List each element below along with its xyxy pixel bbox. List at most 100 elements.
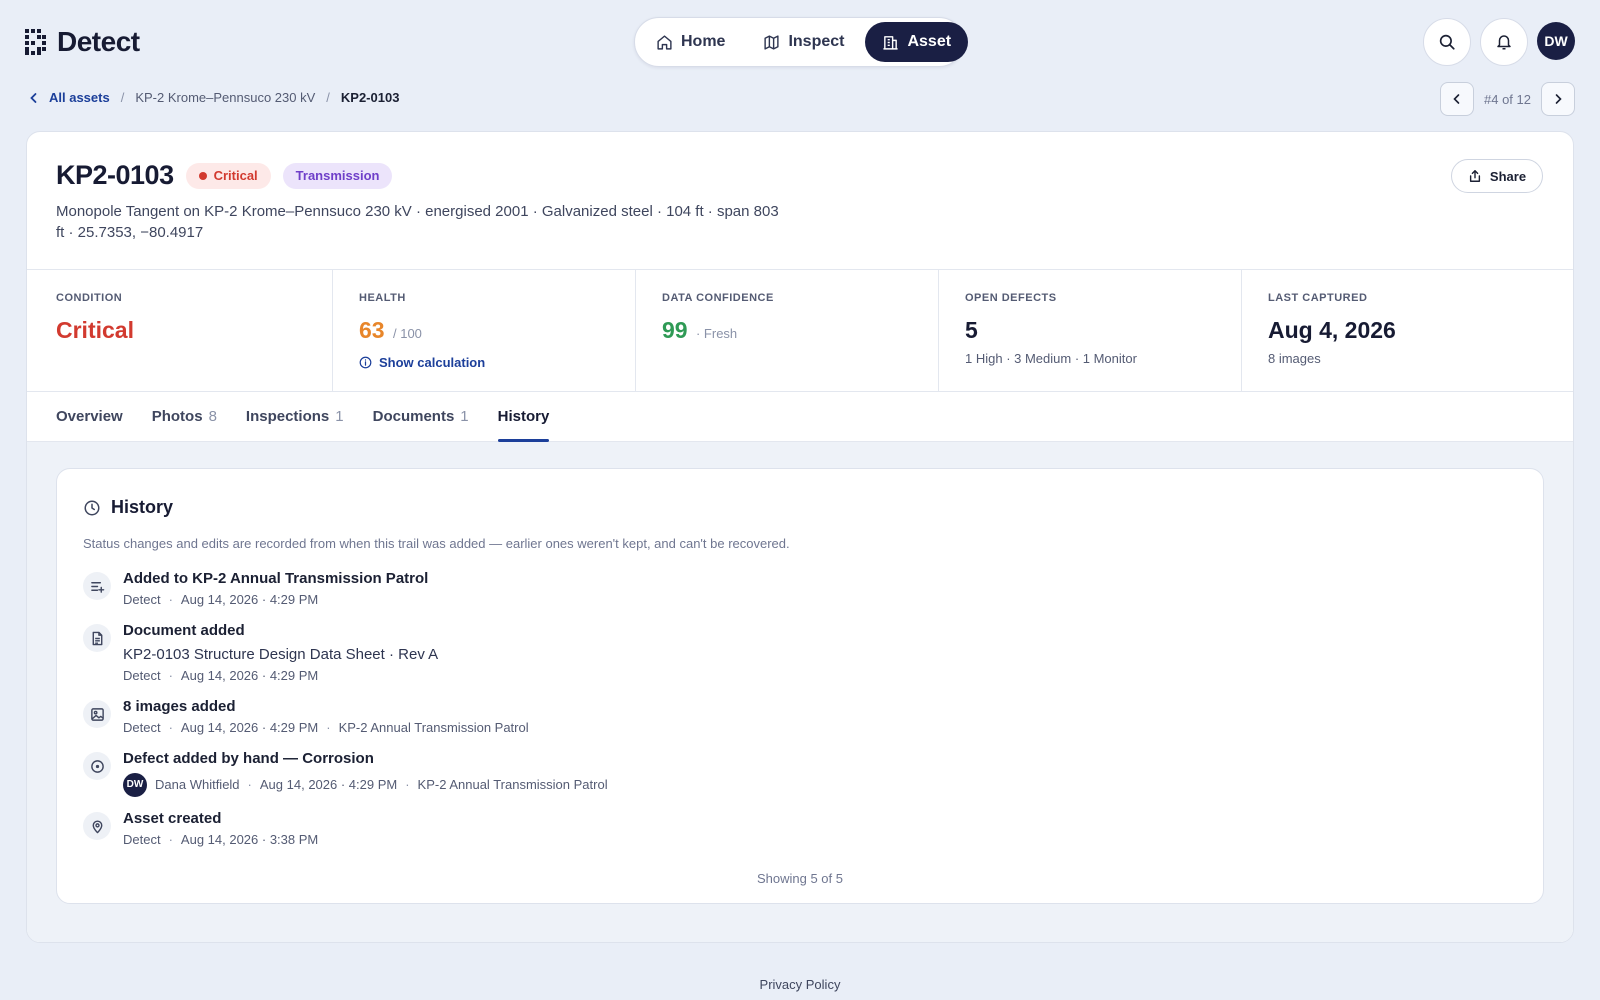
stat-confidence: DATA CONFIDENCE 99 · Fresh [636,270,939,391]
history-title: History [111,497,174,517]
next-asset-button[interactable] [1541,82,1575,116]
history-event: Asset created Detect · Aug 14, 2026 · 3:… [83,809,318,849]
event-time: Aug 14, 2026 · 3:38 PM [180,832,319,847]
confidence-value: 99 [662,317,688,343]
actor-avatar: DW [123,773,147,797]
tab-label: Overview [56,408,123,425]
event-time: Aug 14, 2026 · 4:29 PM [180,720,319,735]
image-icon [90,707,104,721]
share-button[interactable]: Share [1451,159,1543,193]
event-context[interactable]: KP-2 Annual Transmission Patrol [418,776,608,794]
event-icon-badge [83,624,111,652]
captured-images: 8 images [1268,351,1321,366]
search-icon [1439,34,1455,50]
breadcrumb: All assets / KP-2 Krome–Pennsuco 230 kV … [28,90,399,105]
breadcrumb-current: KP2-0103 [340,90,400,105]
share-label: Share [1489,168,1527,184]
event-context[interactable]: KP-2 Annual Transmission Patrol [339,719,529,737]
stat-health: HEALTH 63 / 100 Show calculation [333,270,636,391]
nav-asset-label: Asset [907,33,952,50]
tab-overview[interactable]: Overview [56,392,123,441]
tab-history[interactable]: History [497,392,549,442]
clock-icon [84,500,100,515]
nav-asset[interactable]: Asset [865,22,969,62]
back-to-all-assets[interactable]: All assets [28,90,110,105]
tab-label: Documents [372,408,455,425]
notifications-button[interactable] [1480,18,1528,66]
event-icon-badge [83,572,111,600]
stat-defects: OPEN DEFECTS 5 1 High · 3 Medium · 1 Mon… [939,270,1242,391]
show-calculation-link[interactable]: Show calculation [359,355,485,370]
event-icon-badge [83,812,111,840]
asset-description: Monopole Tangent on KP-2 Krome–Pennsuco … [56,203,779,241]
defects-breakdown: 1 High · 3 Medium · 1 Monitor [965,351,1137,366]
history-header: History [83,497,173,518]
stat-label: HEALTH [359,292,406,304]
event-detail[interactable]: KP2-0103 Structure Design Data Sheet · R… [123,644,438,665]
circle-dot-icon [90,759,104,773]
nav-inspect[interactable]: Inspect [746,22,861,62]
event-title: Defect added by hand — Corrosion [123,750,374,767]
meta-separator: · [168,668,173,683]
health-value-row: 63 / 100 [359,317,635,347]
event-time: Aug 14, 2026 · 4:29 PM [180,592,319,607]
user-avatar[interactable]: DW [1537,22,1575,60]
document-icon [92,631,102,645]
asset-tabs: Overview Photos 8 Inspections 1 Document… [27,391,1573,442]
meta-separator: · [168,592,173,607]
last-captured-value: Aug 4, 2026 [1268,317,1396,343]
tab-count: 1 [335,408,344,425]
chevron-right-icon [1555,94,1562,104]
building-icon [883,35,899,50]
history-count: Showing 5 of 5 [756,871,843,886]
event-meta: DW Dana Whitfield · Aug 14, 2026 · 4:29 … [123,773,608,797]
tab-content: History Status changes and edits are rec… [27,442,1573,942]
status-dot-icon [198,171,207,180]
nav-inspect-label: Inspect [788,33,845,50]
event-title: 8 images added [123,698,236,715]
tab-photos[interactable]: Photos 8 [152,392,217,441]
history-event: Added to KP-2 Annual Transmission Patrol… [83,569,428,609]
tab-label: Inspections [245,408,330,425]
map-icon [764,34,780,50]
event-time: Aug 14, 2026 · 4:29 PM [259,777,398,792]
list-add-icon [90,581,104,593]
confidence-suffix: · Fresh [695,326,738,341]
breadcrumb-line[interactable]: KP-2 Krome–Pennsuco 230 kV [135,90,315,105]
breadcrumb-separator: / [326,90,330,105]
tab-inspections[interactable]: Inspections 1 [246,392,344,441]
tab-count: 1 [460,408,469,425]
health-value: 63 [359,317,385,343]
event-time: Aug 14, 2026 · 4:29 PM [180,668,319,683]
stat-label: OPEN DEFECTS [965,292,1057,304]
stat-label: LAST CAPTURED [1268,292,1368,304]
meta-separator: · [168,720,173,735]
event-meta: Detect · Aug 14, 2026 · 4:29 PM [123,667,438,685]
history-note: Status changes and edits are recorded fr… [83,536,790,551]
confidence-value-row: 99 · Fresh [662,317,938,347]
history-event: Defect added by hand — Corrosion DW Dana… [83,749,608,797]
previous-asset-button[interactable] [1440,82,1474,116]
meta-separator: · [326,720,331,735]
event-actor: Detect [123,592,161,607]
condition-value: Critical [56,317,134,343]
status-badge-label: Critical [213,168,258,183]
asset-header: KP2-0103 Critical Transmission [56,160,393,191]
event-actor: Detect [123,832,161,847]
search-button[interactable] [1423,18,1471,66]
tab-documents[interactable]: Documents 1 [373,392,469,441]
event-meta: Detect · Aug 14, 2026 · 4:29 PM [123,591,428,609]
map-pin-icon [92,819,102,833]
privacy-policy-link[interactable]: Privacy Policy [0,977,1600,992]
event-title: Document added [123,622,245,639]
meta-separator: · [405,777,410,792]
tab-count: 8 [208,408,217,425]
main-nav: Home Inspect Asset [634,17,969,67]
nav-home[interactable]: Home [639,22,742,62]
history-event: 8 images added Detect · Aug 14, 2026 · 4… [83,697,529,737]
defects-value: 5 [965,317,978,343]
app-logo[interactable]: Detect [25,26,140,58]
chevron-left-icon [30,92,37,103]
logo-mark-icon [25,29,46,55]
history-panel: History Status changes and edits are rec… [56,468,1544,904]
